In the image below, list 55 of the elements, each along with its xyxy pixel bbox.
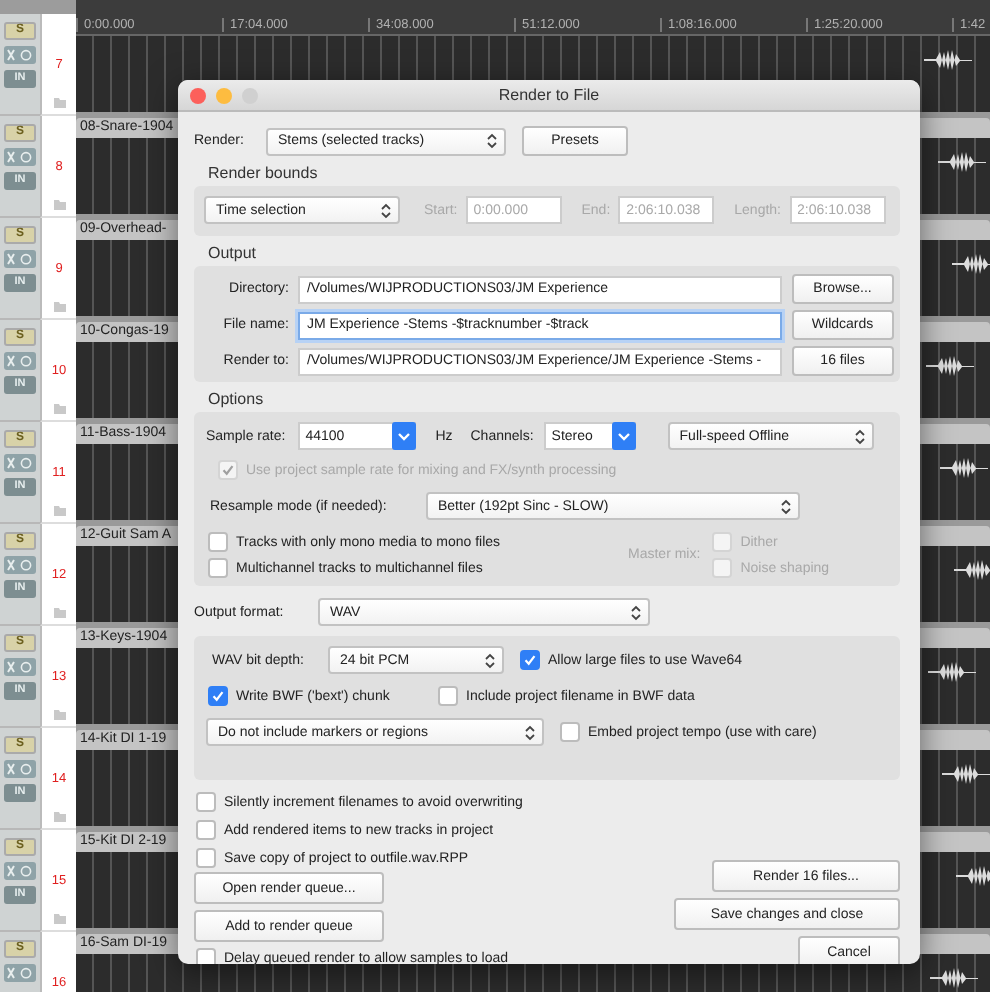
updown-icon (380, 201, 392, 219)
updown-icon (484, 651, 496, 669)
folder-icon[interactable] (53, 200, 65, 210)
waveform-drawing (956, 864, 990, 888)
section-heading: Render bounds (206, 164, 320, 182)
mute-power-icon[interactable] (4, 556, 36, 574)
mute-power-icon[interactable] (4, 250, 36, 268)
checkbox[interactable] (208, 532, 228, 552)
mute-power-icon[interactable] (4, 46, 36, 64)
waveform-drawing (928, 660, 976, 684)
waveform-drawing (924, 48, 972, 72)
dropdown-icon[interactable] (611, 422, 636, 450)
section-heading: Options (206, 390, 266, 408)
checkbox[interactable] (520, 650, 540, 670)
folder-icon[interactable] (53, 710, 65, 720)
folder-icon[interactable] (53, 608, 65, 618)
waveform-drawing (938, 150, 986, 174)
mute-power-icon[interactable] (4, 964, 36, 982)
mute-power-icon[interactable] (4, 760, 36, 778)
folder-icon[interactable] (53, 506, 65, 516)
mute-power-icon[interactable] (4, 658, 36, 676)
checkbox[interactable] (196, 948, 216, 964)
checkbox[interactable] (196, 848, 216, 868)
folder-icon[interactable] (53, 812, 65, 822)
close-icon[interactable] (190, 87, 206, 103)
waveform-drawing (954, 558, 990, 582)
waveform-drawing (952, 252, 990, 276)
checkbox[interactable] (196, 792, 216, 812)
folder-icon[interactable] (53, 302, 65, 312)
checkbox[interactable] (208, 686, 228, 706)
section-heading: Output (206, 244, 259, 262)
waveform-drawing (940, 456, 988, 480)
updown-icon (780, 497, 792, 515)
updown-icon (524, 723, 536, 741)
updown-icon (853, 427, 866, 445)
checkbox[interactable] (196, 820, 216, 840)
updown-icon (630, 603, 642, 621)
minimize-icon[interactable] (216, 87, 232, 103)
updown-icon (486, 132, 498, 150)
checkbox[interactable] (208, 558, 228, 578)
window-title: Render to File (498, 86, 600, 104)
waveform-drawing (926, 354, 974, 378)
folder-icon[interactable] (53, 404, 65, 414)
folder-icon[interactable] (53, 98, 65, 108)
checkbox[interactable] (560, 722, 580, 742)
dropdown-icon[interactable] (391, 422, 416, 450)
mute-power-icon[interactable] (4, 862, 36, 880)
mute-power-icon[interactable] (4, 148, 36, 166)
waveform-drawing (930, 966, 978, 990)
mute-power-icon[interactable] (4, 352, 36, 370)
zoom-icon[interactable] (242, 87, 258, 103)
waveform-drawing (942, 762, 990, 786)
folder-icon[interactable] (53, 914, 65, 924)
mute-power-icon[interactable] (4, 454, 36, 472)
checkbox[interactable] (438, 686, 458, 706)
